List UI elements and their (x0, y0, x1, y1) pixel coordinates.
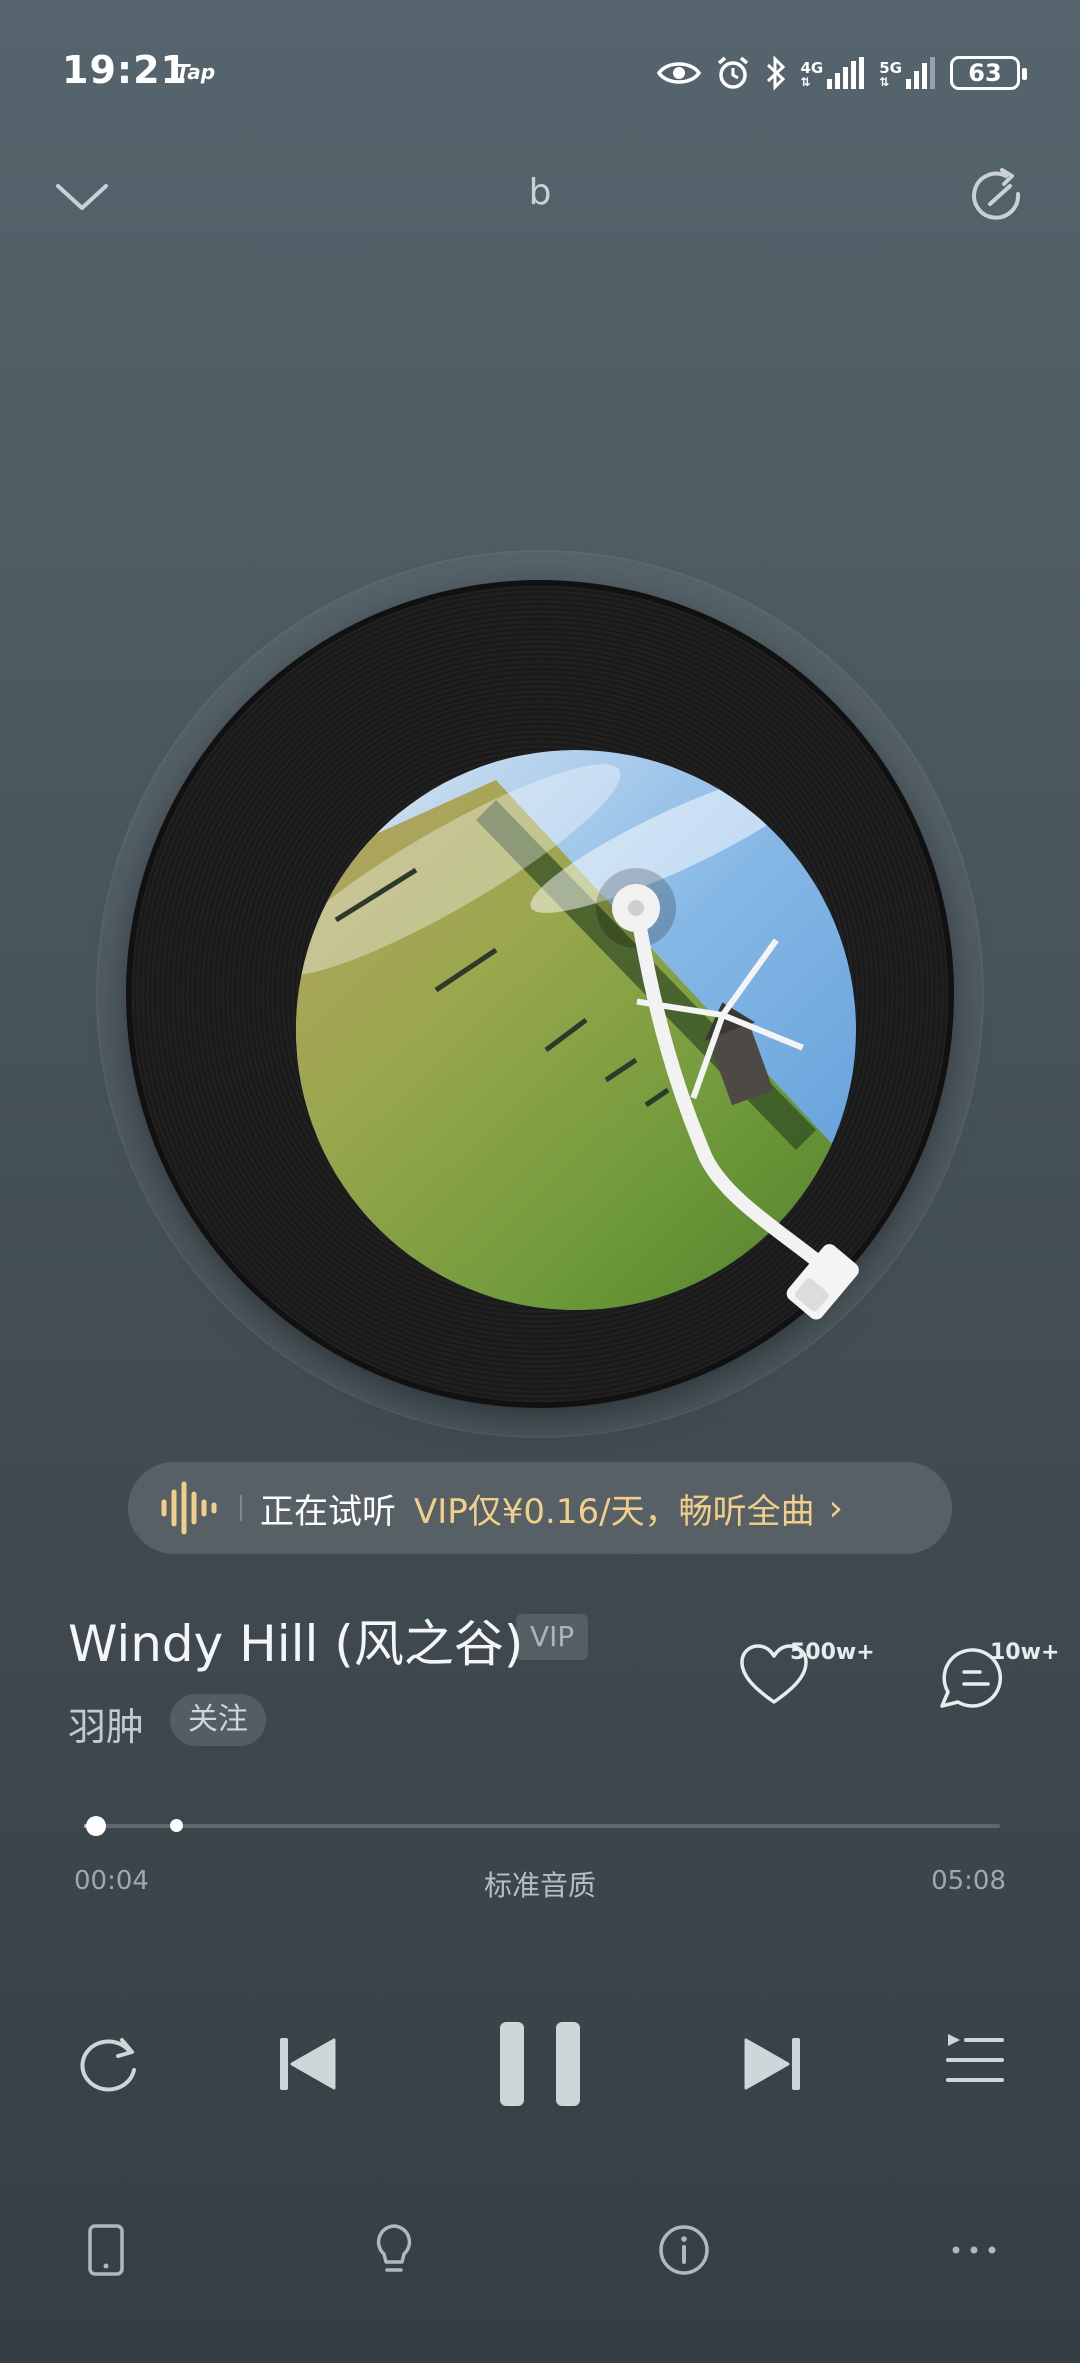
chevron-right-icon: › (828, 1487, 843, 1529)
net-type-2: 5G (879, 59, 902, 77)
eye-icon (656, 62, 701, 84)
vinyl-disc-area[interactable] (96, 550, 984, 1438)
status-bar: 19:21 Tap 4G ⇅ 5G ⇅ 63 (0, 0, 1080, 140)
carrier-tag: Tap (176, 60, 216, 84)
bottom-toolbar (0, 2220, 1080, 2292)
status-icons: 4G ⇅ 5G ⇅ 63 (656, 48, 1027, 98)
signal-4g: 4G ⇅ (801, 57, 866, 89)
vip-badge: VIP (516, 1614, 589, 1660)
like-count: 500w+ (790, 1640, 875, 1665)
share-icon (972, 168, 1021, 220)
net-type-1: 4G (800, 59, 824, 77)
follow-button[interactable]: 关注 (170, 1694, 266, 1746)
battery-indicator: 63 (950, 56, 1027, 90)
playlist-icon (946, 2034, 1004, 2082)
page-title: b (528, 172, 552, 213)
skip-next-icon (744, 2038, 800, 2090)
signal-bars-2-icon (906, 57, 935, 89)
more-button[interactable] (944, 2220, 1004, 2280)
progress-knob[interactable] (85, 1816, 106, 1836)
sound-wave-icon (161, 1481, 217, 1535)
tonearm (596, 868, 859, 1320)
artist-name[interactable]: 羽肿 (68, 1696, 144, 1751)
vip-offer-text: VIP仅¥0.16/天，畅听全曲 (414, 1491, 815, 1532)
device-button[interactable] (76, 2220, 136, 2280)
repeat-mode-button[interactable] (72, 2030, 144, 2096)
signal-bars-1-icon (827, 57, 865, 89)
repeat-icon (80, 2038, 136, 2092)
lightbulb-icon (376, 2224, 412, 2272)
phone-device-icon (88, 2224, 124, 2276)
net-arrows-1: ⇅ (800, 75, 811, 89)
next-button[interactable] (742, 2034, 804, 2094)
song-title: Windy Hill (风之谷) (68, 1615, 524, 1673)
previous-button[interactable] (276, 2034, 338, 2094)
vip-trial-banner[interactable]: 正在试听 VIP仅¥0.16/天，畅听全曲 › (128, 1462, 952, 1554)
skip-previous-icon (280, 2038, 336, 2090)
share-button[interactable] (966, 164, 1032, 230)
total-time: 05:08 (931, 1866, 1006, 1896)
status-time: 19:21 (62, 48, 188, 92)
pause-icon (500, 2022, 580, 2106)
battery-level: 63 (968, 59, 1002, 87)
pause-button[interactable] (496, 2018, 584, 2110)
signal-5g: 5G ⇅ (879, 57, 936, 89)
net-arrows-2: ⇅ (879, 75, 890, 89)
bluetooth-icon (766, 55, 785, 91)
audio-quality-button[interactable]: 标准音质 (0, 1864, 1080, 1904)
progress-bar[interactable] (84, 1816, 1000, 1836)
tips-button[interactable] (364, 2220, 424, 2280)
alarm-icon (717, 56, 748, 89)
playlist-button[interactable] (944, 2030, 1006, 2090)
song-info-button[interactable] (654, 2220, 714, 2280)
comment-count: 10w+ (990, 1640, 1060, 1665)
more-dots-icon (952, 2246, 996, 2254)
info-icon (659, 2225, 709, 2275)
banner-divider (240, 1495, 242, 1521)
buffer-marker (169, 1819, 183, 1832)
trial-status-label: 正在试听 (260, 1491, 396, 1532)
